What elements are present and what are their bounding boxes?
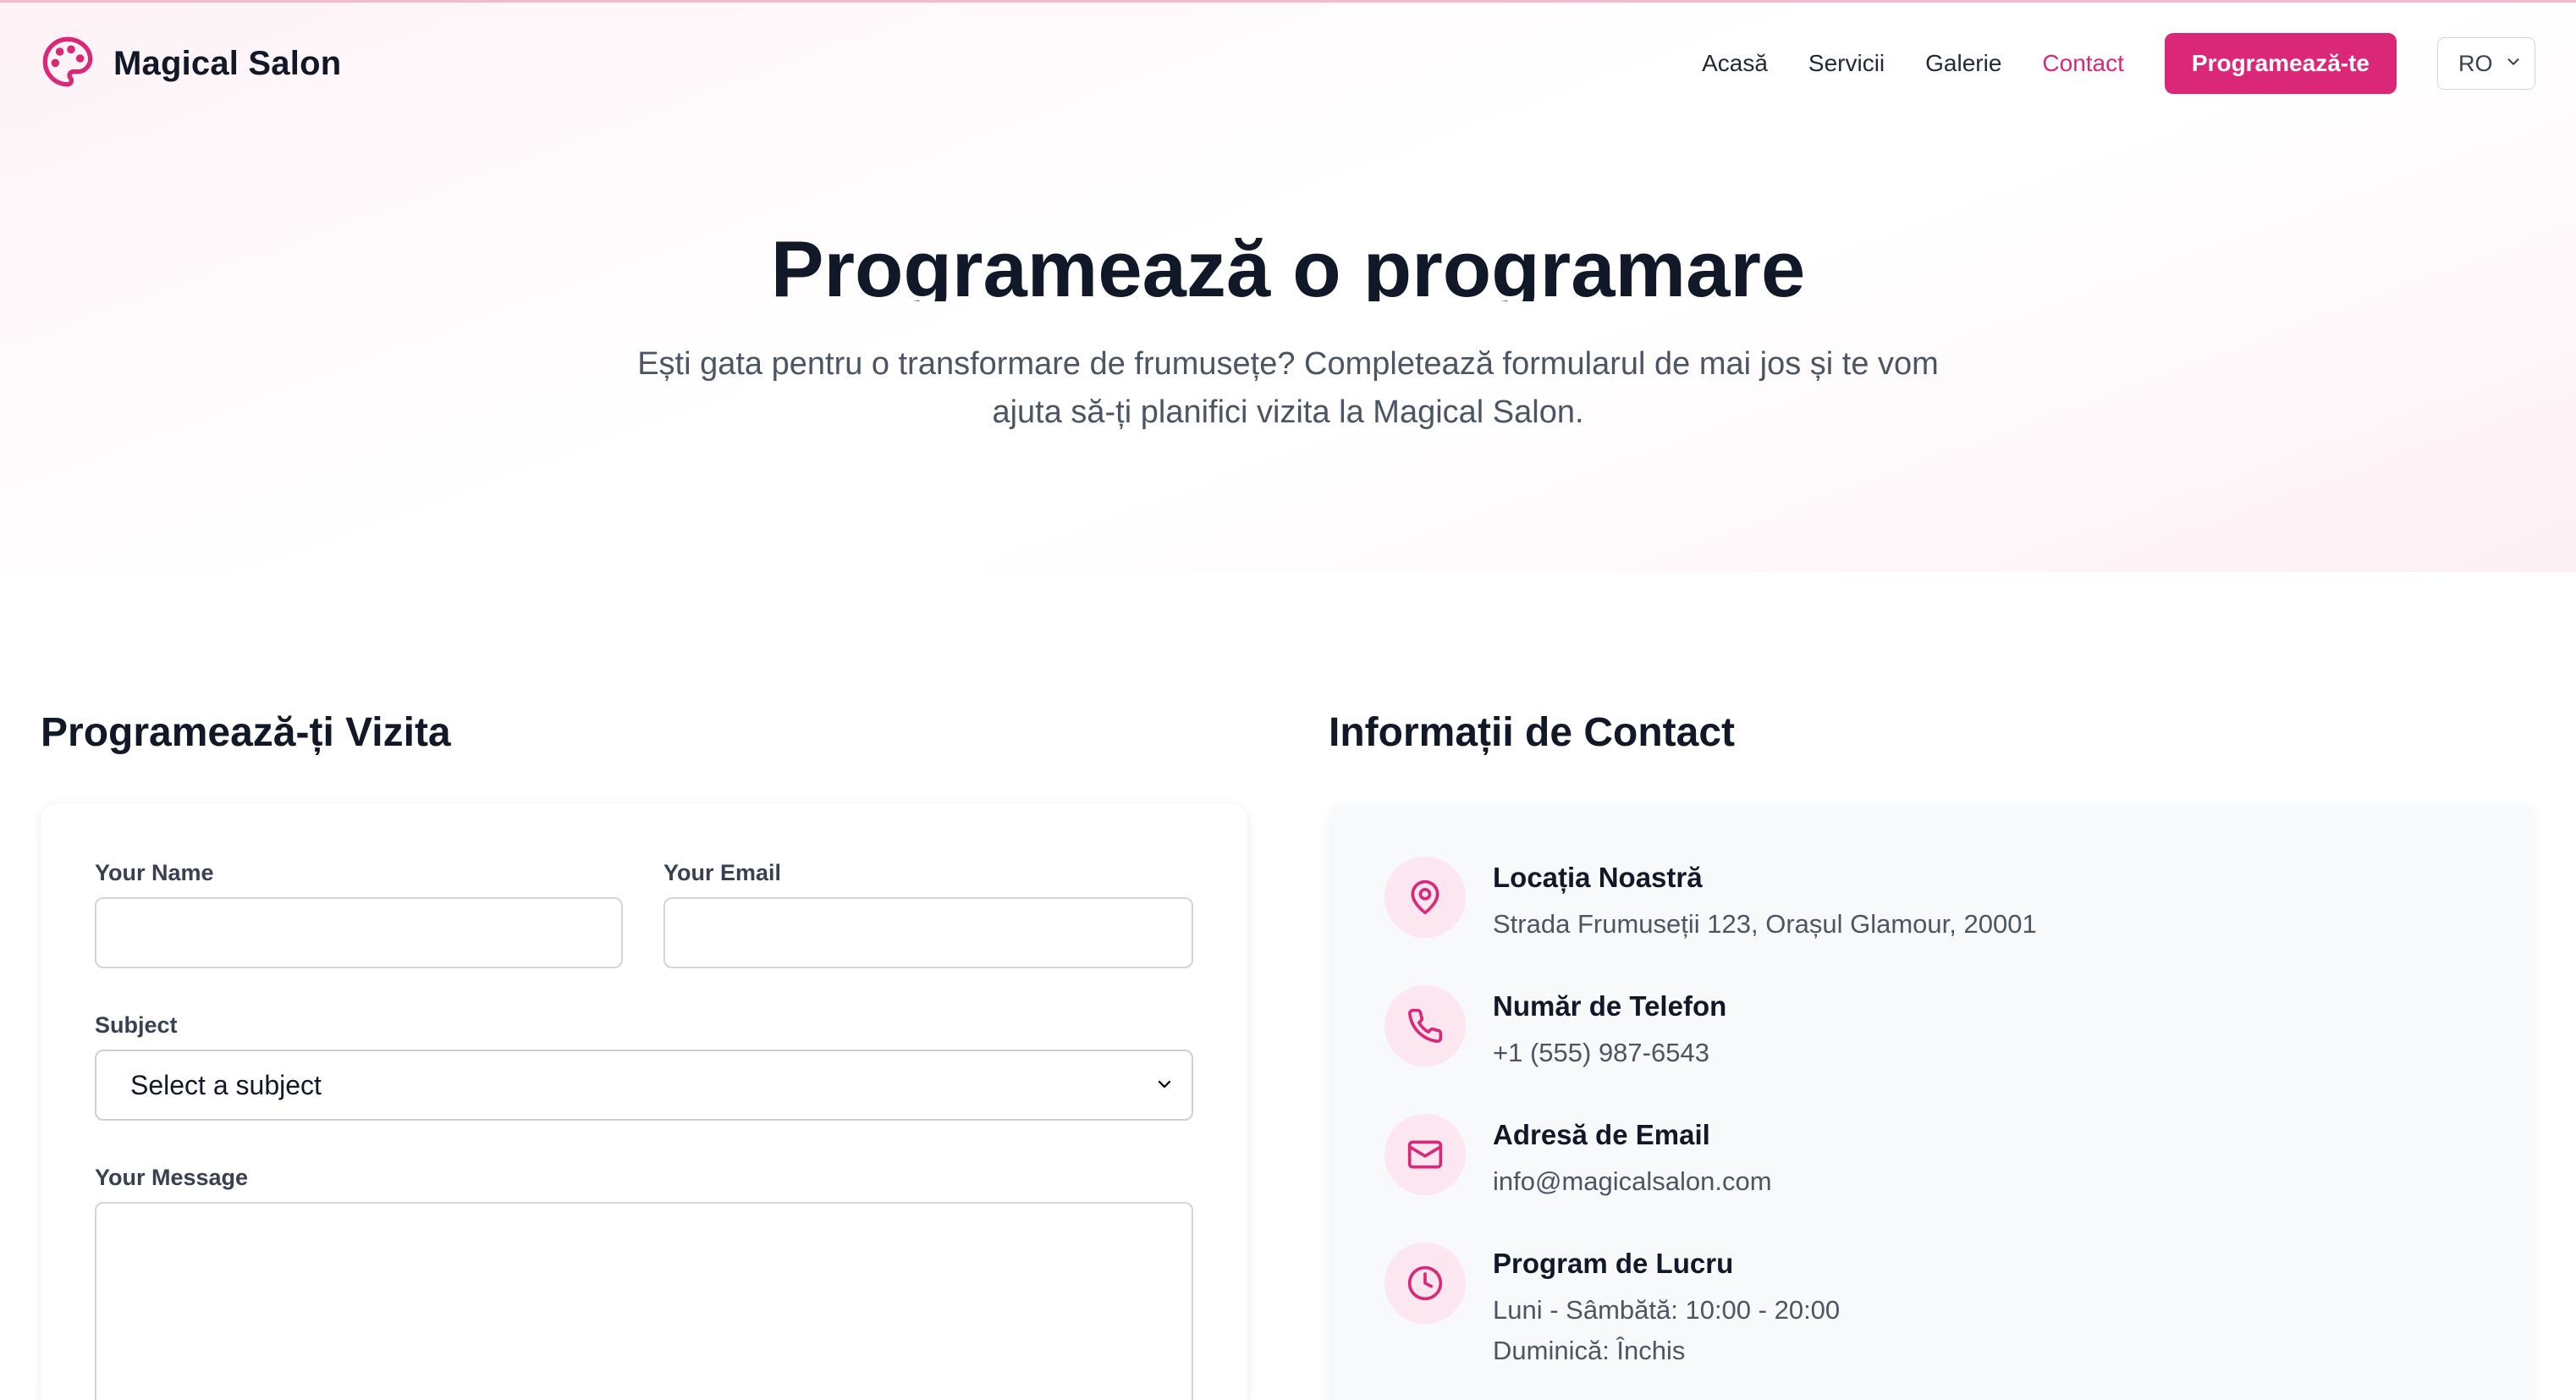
mail-icon [1384, 1114, 1466, 1195]
brand-name: Magical Salon [113, 44, 342, 82]
subject-selected-value: Select a subject [130, 1069, 322, 1100]
subject-select[interactable]: Select a subject [95, 1050, 1193, 1121]
message-label: Your Message [95, 1165, 249, 1190]
chevron-down-icon [1154, 1070, 1175, 1101]
contact-item-text: Strada Frumuseții 123, Orașul Glamour, 2… [1493, 909, 2037, 939]
nav-link-acasa[interactable]: Acasă [1702, 50, 1768, 77]
brand-logo[interactable]: Magical Salon [41, 35, 341, 93]
nav-menu: Acasă Servicii Galerie Contact Programea… [1661, 33, 2535, 94]
top-navbar: Magical Salon Acasă Servicii Galerie Con… [0, 0, 2576, 127]
contact-item-title: Locația Noastră [1493, 862, 1703, 893]
message-textarea[interactable] [95, 1202, 1193, 1400]
name-label: Your Name [95, 860, 214, 885]
contact-item-title: Program de Lucru [1493, 1248, 1734, 1279]
contact-item-text: Duminică: Închis [1493, 1336, 1686, 1365]
contact-item-text[interactable]: +1 (555) 987-6543 [1493, 1038, 1709, 1068]
phone-icon [1384, 985, 1466, 1067]
contact-item-text: Luni - Sâmbătă: 10:00 - 20:00 [1493, 1295, 1841, 1325]
nav-link-galerie[interactable]: Galerie [1925, 50, 2001, 77]
form-heading: Programează-ți Vizita [41, 710, 451, 755]
chevron-down-icon [2504, 51, 2523, 77]
contact-item-text[interactable]: info@magicalsalon.com [1493, 1166, 1772, 1197]
contact-info-card: Locația Noastră Strada Frumuseții 123, O… [1329, 804, 2535, 1400]
name-input[interactable] [95, 897, 623, 968]
booking-form: Your Name Your Email Subject Select a su… [41, 804, 1247, 1400]
map-pin-icon [1384, 857, 1466, 938]
palette-icon [41, 35, 95, 93]
email-label: Your Email [663, 860, 782, 885]
contact-item-title: Număr de Telefon [1493, 990, 1727, 1022]
contact-heading: Informații de Contact [1329, 710, 1736, 755]
language-value: RO [2458, 50, 2493, 76]
book-appointment-button[interactable]: Programează-te [2164, 33, 2397, 94]
email-input[interactable] [663, 897, 1193, 968]
page-title: Programează o programare [770, 224, 1806, 301]
contact-item-title: Adresă de Email [1493, 1119, 1710, 1150]
clock-icon [1384, 1243, 1466, 1324]
subject-label: Subject [95, 1012, 178, 1038]
nav-link-servicii[interactable]: Servicii [1808, 50, 1885, 77]
language-select[interactable]: RO [2437, 37, 2535, 90]
page-subtitle: Ești gata pentru o transformare de frumu… [637, 346, 1939, 430]
nav-link-contact[interactable]: Contact [2042, 50, 2124, 77]
